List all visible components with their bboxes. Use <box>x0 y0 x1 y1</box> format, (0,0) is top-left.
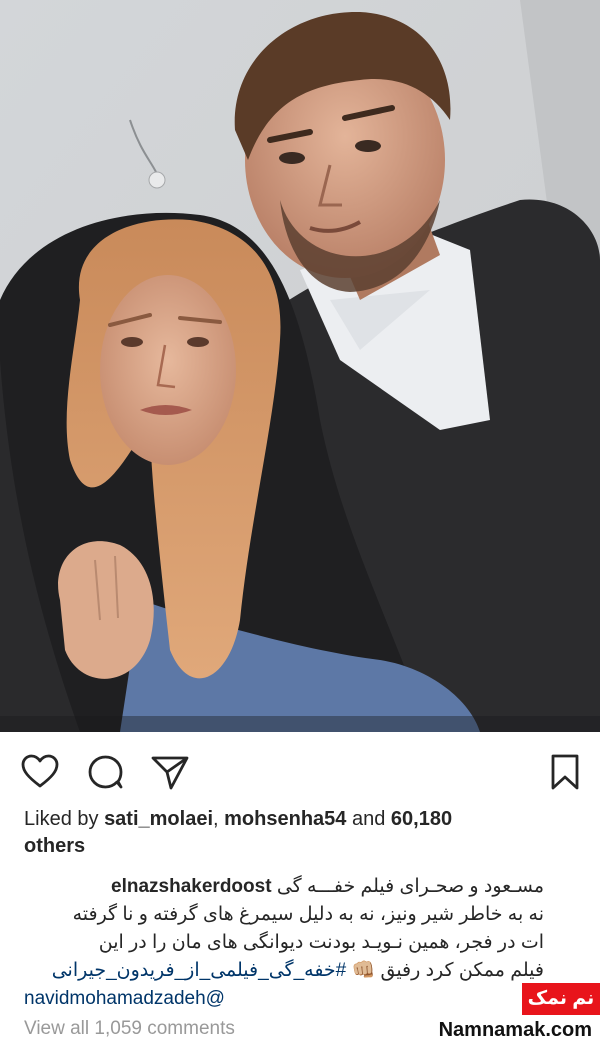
caption-line: ات در فجر، همین نـویـد بودنت دیوانگی های… <box>98 932 544 953</box>
caption-text: فیلم ممکن کرد رفیق 👊🏼 <box>351 960 544 981</box>
liked-user-link[interactable]: sati_molaei <box>104 808 213 830</box>
bookmark-icon[interactable] <box>545 752 585 792</box>
caption-hashtag[interactable]: #خفه_گی_فیلمی_از_فریدون_جیرانی <box>52 960 347 981</box>
watermark-site: Namnamak.com <box>438 1019 592 1041</box>
comment-bubble-icon[interactable] <box>86 752 126 792</box>
likes-others[interactable]: others <box>24 835 85 857</box>
caption-line: فیلم ممکن کرد رفیق 👊🏼 #خفه_گی_فیلمی_از_ف… <box>24 957 544 985</box>
caption-username[interactable]: elnazshakerdoost <box>111 876 272 897</box>
liked-and: and <box>346 808 391 830</box>
liked-user-link[interactable]: mohsenha54 <box>224 808 346 830</box>
liked-by-prefix: Liked by <box>24 808 105 830</box>
heart-icon[interactable] <box>20 752 60 792</box>
caption-line: نه به خاطر شیر ونیز، نه به دلیل سیمرغ ها… <box>72 904 544 925</box>
post-action-bar <box>0 732 600 804</box>
post-caption: مسـعود و صحـرای فیلم خفـــه گی elnazshak… <box>24 873 544 1013</box>
watermark-badge: نم نمک <box>522 983 600 1015</box>
caption-mention[interactable]: navidmohamadzadeh@ <box>24 985 544 1013</box>
view-all-comments-link[interactable]: View all 1,059 comments <box>24 1017 235 1041</box>
caption-line: مسـعود و صحـرای فیلم خفـــه گی elnazshak… <box>24 873 544 901</box>
paper-plane-icon[interactable] <box>150 752 190 792</box>
post-photo[interactable] <box>0 0 600 732</box>
post-photo-illustration <box>0 0 600 732</box>
liked-separator: , <box>213 808 225 830</box>
caption-text: مسـعود و صحـرای فیلم خفـــه گی <box>276 876 544 897</box>
likes-count[interactable]: 60,180 <box>391 808 452 830</box>
likes-summary: Liked by sati_molaei, mohsenha54 and 60,… <box>24 806 544 860</box>
